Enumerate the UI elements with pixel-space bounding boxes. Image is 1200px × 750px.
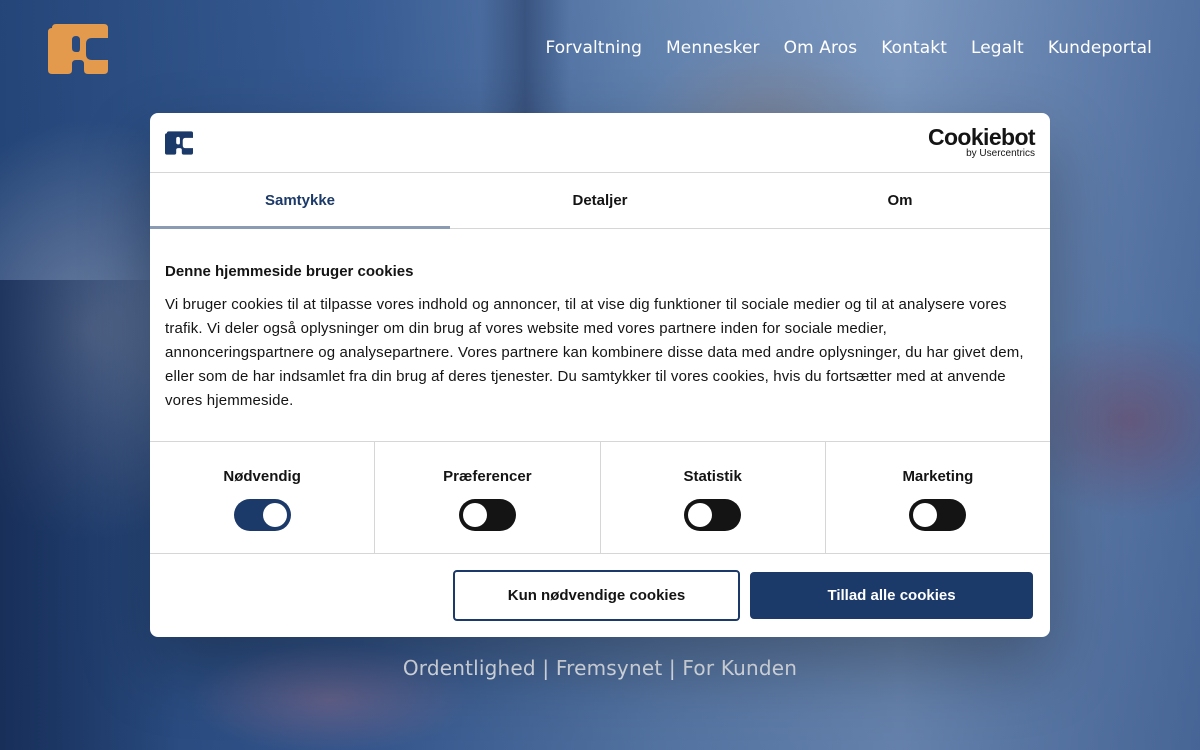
category-label: Marketing — [902, 468, 974, 485]
toggle-statistik[interactable] — [684, 499, 742, 531]
nav-link-mennesker[interactable]: Mennesker — [666, 37, 760, 59]
hero-tagline: Ordentlighed | Fremsynet | For Kunden — [402, 656, 798, 680]
consent-description: Vi bruger cookies til at tilpasse vores … — [165, 296, 1024, 409]
nav-link-kontakt[interactable]: Kontakt — [881, 37, 947, 59]
consent-body: Denne hjemmeside bruger cookies Vi bruge… — [150, 229, 1050, 442]
tab-detaljer[interactable]: Detaljer — [450, 173, 750, 228]
category-label: Nødvendig — [223, 468, 301, 485]
category-nodvendig: Nødvendig — [150, 442, 376, 553]
allow-all-button[interactable]: Tillad alle cookies — [750, 572, 1033, 619]
toggle-knob — [688, 503, 713, 527]
aros-logo-small-icon — [165, 130, 193, 155]
category-marketing: Marketing — [826, 442, 1050, 553]
tab-samtykke[interactable]: Samtykke — [150, 173, 450, 229]
nav-link-legalt[interactable]: Legalt — [971, 37, 1024, 59]
toggle-knob — [913, 503, 938, 527]
cookiebot-name: Cookiebot — [927, 123, 1036, 150]
nav-link-forvaltning[interactable]: Forvaltning — [545, 37, 642, 59]
toggle-marketing[interactable] — [909, 499, 967, 531]
category-toggles: Nødvendig Præferencer Statistik Marketin… — [150, 442, 1050, 554]
main-nav: Forvaltning Mennesker Om Aros Kontakt Le… — [545, 37, 1152, 59]
site-logo[interactable] — [48, 24, 108, 74]
background-curtain — [480, 0, 570, 120]
necessary-only-button[interactable]: Kun nødvendige cookies — [453, 570, 740, 621]
toggle-knob — [262, 503, 287, 527]
dialog-header: Cookiebot by Usercentrics — [150, 113, 1050, 173]
cookie-consent-dialog: Cookiebot by Usercentrics Samtykke Detal… — [150, 113, 1050, 637]
nav-link-kundeportal[interactable]: Kundeportal — [1048, 37, 1152, 59]
category-label: Statistik — [683, 468, 742, 485]
toggle-nodvendig[interactable] — [233, 499, 291, 531]
tab-om[interactable]: Om — [750, 173, 1050, 228]
dialog-tabs: Samtykke Detaljer Om — [150, 173, 1050, 229]
category-statistik: Statistik — [601, 442, 826, 553]
cookiebot-logo[interactable]: Cookiebot by Usercentrics — [927, 123, 1036, 160]
dialog-actions: Kun nødvendige cookies Tillad alle cooki… — [150, 554, 1050, 621]
category-label: Præferencer — [443, 468, 532, 485]
consent-title: Denne hjemmeside bruger cookies — [165, 263, 414, 280]
aros-logo-icon — [48, 24, 108, 74]
toggle-praeferencer[interactable] — [458, 499, 516, 531]
nav-link-om-aros[interactable]: Om Aros — [784, 37, 858, 59]
toggle-knob — [462, 503, 487, 527]
category-praeferencer: Præferencer — [375, 442, 601, 553]
